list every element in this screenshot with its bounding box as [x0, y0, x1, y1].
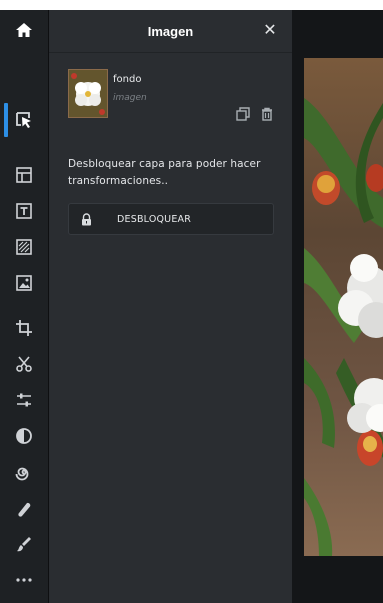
retouch-icon[interactable] [6, 490, 42, 526]
layer-type: imagen [113, 93, 147, 103]
panel-title: Imagen [147, 23, 194, 39]
arrange-select-icon[interactable] [6, 102, 42, 138]
crop-icon[interactable] [6, 310, 42, 346]
unlock-button-label: DESBLOQUEAR [117, 213, 192, 225]
cutout-icon[interactable] [6, 346, 42, 382]
close-icon[interactable]: ✕ [260, 20, 280, 40]
trash-icon[interactable] [259, 106, 275, 122]
texture-icon[interactable] [6, 229, 42, 265]
layer-name: fondo [113, 74, 142, 85]
unlock-message: Desbloquear capa para poder hacer transf… [68, 158, 261, 187]
layer-item[interactable]: fondo imagen [49, 66, 292, 130]
image-panel: Imagen ✕ fondo imagen Desbloquear capa p… [49, 10, 292, 603]
image-icon[interactable] [6, 265, 42, 301]
home-icon[interactable] [6, 12, 42, 48]
editor-app: Imagen ✕ fondo imagen Desbloquear capa p… [0, 10, 383, 603]
layout-icon[interactable] [6, 157, 42, 193]
canvas-area[interactable] [292, 10, 383, 603]
left-toolbar [0, 10, 49, 603]
text-icon[interactable] [6, 193, 42, 229]
more-icon[interactable] [6, 562, 42, 598]
lock-icon [81, 212, 103, 226]
swirl-icon[interactable] [6, 454, 42, 490]
panel-header: Imagen ✕ [49, 10, 292, 53]
canvas-image[interactable] [304, 58, 383, 556]
layer-thumbnail [68, 69, 108, 118]
duplicate-icon[interactable] [235, 106, 251, 122]
filter-icon[interactable] [6, 418, 42, 454]
unlock-button[interactable]: DESBLOQUEAR [68, 203, 274, 235]
adjust-icon[interactable] [6, 382, 42, 418]
brush-icon[interactable] [6, 526, 42, 562]
